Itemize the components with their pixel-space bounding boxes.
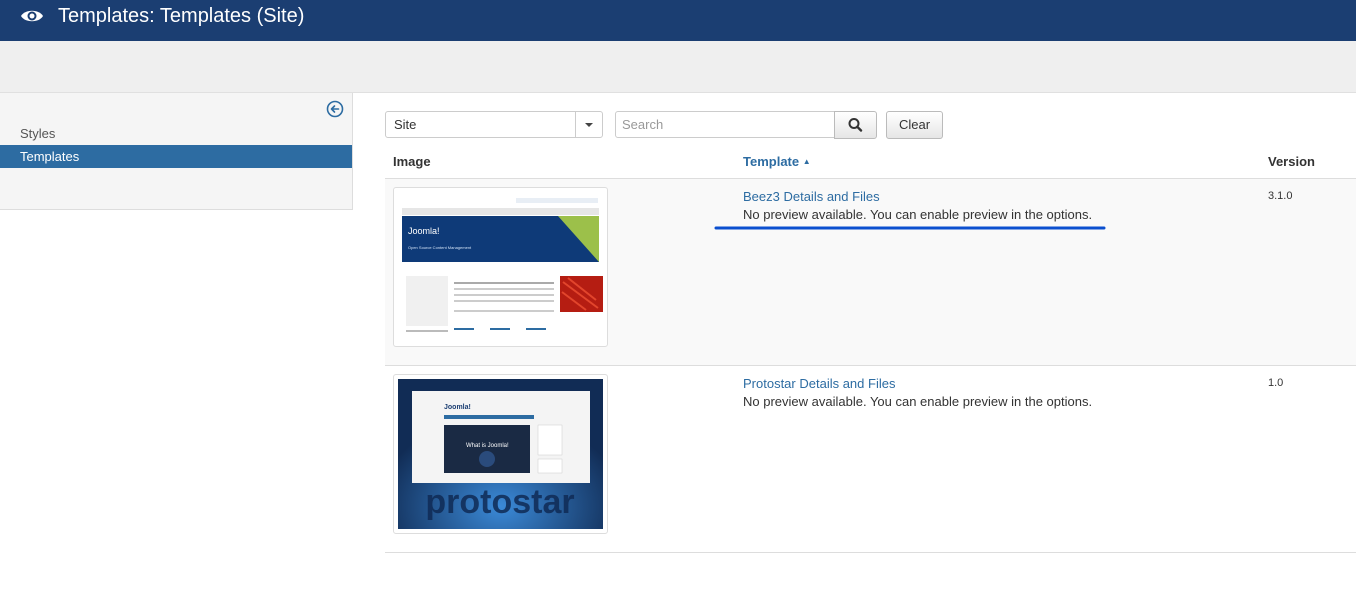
template-link-protostar[interactable]: Protostar Details and Files bbox=[743, 376, 895, 391]
annotation-underline bbox=[714, 226, 1106, 230]
beez3-tagline: Open Source Content Management bbox=[408, 245, 472, 250]
table-row: Joomla! What is Joomla! protostar Protos… bbox=[385, 366, 1356, 553]
column-header-template[interactable]: Template ▲ bbox=[743, 154, 811, 169]
page-title: Templates: Templates (Site) bbox=[58, 5, 305, 27]
beez3-preview-image: Joomla! Open Source Content Management bbox=[398, 192, 603, 342]
protostar-preview-image: Joomla! What is Joomla! protostar bbox=[398, 379, 603, 529]
sidebar: Styles Templates bbox=[0, 93, 353, 210]
column-header-template-label: Template bbox=[743, 154, 800, 169]
protostar-overlay: What is Joomla! bbox=[466, 443, 509, 449]
client-filter-select[interactable]: Site bbox=[385, 111, 603, 138]
table-row: Joomla! Open Source Content Management B… bbox=[385, 179, 1356, 366]
template-link-beez3[interactable]: Beez3 Details and Files bbox=[743, 189, 880, 204]
top-header: Templates: Templates (Site) bbox=[0, 0, 1356, 41]
eye-icon bbox=[21, 10, 43, 22]
beez3-brand: Joomla! bbox=[408, 226, 440, 236]
column-header-image: Image bbox=[393, 154, 431, 169]
clear-button[interactable]: Clear bbox=[886, 111, 943, 139]
protostar-thumbnail[interactable]: Joomla! What is Joomla! protostar bbox=[393, 374, 608, 534]
template-version: 3.1.0 bbox=[1268, 190, 1293, 202]
chevron-down-icon[interactable] bbox=[575, 112, 602, 137]
template-version: 1.0 bbox=[1268, 377, 1284, 389]
sort-ascending-icon: ▲ bbox=[802, 157, 811, 166]
sidebar-item-styles[interactable]: Styles bbox=[0, 122, 352, 145]
template-note: No preview available. You can enable pre… bbox=[743, 207, 1093, 222]
search-icon bbox=[848, 118, 863, 132]
protostar-brand: Joomla! bbox=[444, 404, 471, 411]
column-header-version: Version bbox=[1268, 154, 1315, 169]
template-note: No preview available. You can enable pre… bbox=[743, 394, 1093, 409]
client-filter-value: Site bbox=[394, 117, 417, 132]
toolbar bbox=[0, 41, 1356, 93]
protostar-word: protostar bbox=[425, 483, 574, 521]
beez3-thumbnail[interactable]: Joomla! Open Source Content Management bbox=[393, 187, 608, 347]
search-button[interactable] bbox=[834, 111, 877, 139]
search-input[interactable] bbox=[615, 111, 835, 138]
collapse-sidebar-icon[interactable] bbox=[326, 100, 344, 118]
sidebar-item-templates[interactable]: Templates bbox=[0, 145, 352, 168]
